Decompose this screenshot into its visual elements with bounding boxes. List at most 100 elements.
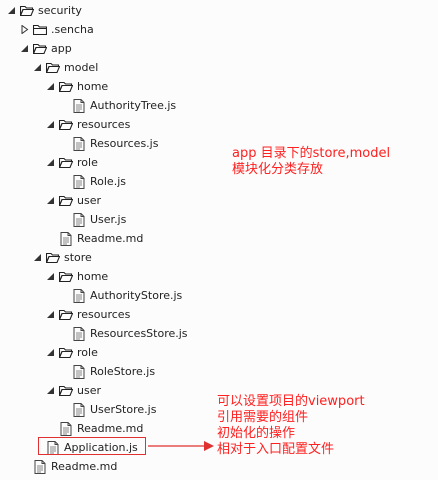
tree-item-label: ResourcesStore.js [90, 327, 188, 340]
annotation-line: 可以设置项目的viewport [217, 394, 365, 409]
file-icon [72, 288, 86, 303]
chevron-expanded-icon[interactable] [45, 82, 55, 92]
annotation-line: app 目录下的store,model [232, 146, 391, 161]
pointer-arrow [148, 441, 214, 451]
folder-open-icon [59, 156, 73, 170]
tree-folder-row[interactable]: home [45, 77, 108, 96]
tree-item-label: Readme.md [77, 422, 144, 435]
file-icon [72, 364, 86, 379]
folder-open-icon [46, 251, 60, 265]
tree-item-label: security [38, 4, 82, 17]
tree-file-row[interactable]: RoleStore.js [58, 362, 155, 381]
tree-file-row[interactable]: Readme.md [19, 457, 117, 476]
tree-file-row[interactable]: ResourcesStore.js [58, 324, 188, 343]
file-icon [59, 421, 73, 436]
folder-open-icon [33, 42, 47, 56]
tree-folder-row[interactable]: role [45, 343, 98, 362]
folder-open-icon [59, 80, 73, 94]
file-icon [72, 98, 86, 113]
tree-item-label: model [64, 61, 99, 74]
file-icon [72, 212, 86, 227]
tree-item-label: store [64, 251, 92, 264]
tree-item-label: resources [77, 308, 131, 321]
tree-file-row[interactable]: AuthorityTree.js [58, 96, 176, 115]
folder-open-icon [59, 194, 73, 208]
tree-item-label: role [77, 156, 98, 169]
tree-folder-row[interactable]: role [45, 153, 98, 172]
tree-item-label: resources [77, 118, 131, 131]
chevron-collapsed-icon[interactable] [19, 25, 29, 35]
annotation-line: 模块化分类存放 [232, 162, 324, 177]
annotation-store-model: app 目录下的store,model 模块化分类存放 [232, 146, 390, 178]
annotation-line: 初始化的操作 [217, 426, 296, 441]
tree-folder-row[interactable]: home [45, 267, 108, 286]
chevron-expanded-icon[interactable] [19, 44, 29, 54]
chevron-expanded-icon[interactable] [45, 348, 55, 358]
folder-open-icon [46, 61, 60, 75]
tree-file-row[interactable]: User.js [58, 210, 126, 229]
tree-item-label: home [77, 80, 109, 93]
tree-folder-row[interactable]: user [45, 191, 101, 210]
tree-item-label: Role.js [90, 175, 126, 188]
tree-folder-row[interactable]: app [19, 39, 72, 58]
chevron-expanded-icon[interactable] [6, 6, 16, 16]
annotation-application: 可以设置项目的viewport 引用需要的组件 初始化的操作 相对于入口配置文件 [217, 394, 365, 458]
annotation-line: 引用需要的组件 [217, 410, 309, 425]
tree-file-row[interactable]: Role.js [58, 172, 126, 191]
tree-file-row[interactable]: UserStore.js [58, 400, 156, 419]
tree-folder-row[interactable]: store [32, 248, 92, 267]
chevron-expanded-icon[interactable] [32, 253, 42, 263]
tree-item-label: user [77, 194, 101, 207]
tree-file-row[interactable]: Readme.md [45, 419, 143, 438]
tree-item-label: Resources.js [90, 137, 159, 150]
chevron-expanded-icon[interactable] [45, 158, 55, 168]
folder-open-icon [59, 384, 73, 398]
tree-file-row[interactable]: Resources.js [58, 134, 158, 153]
tree-folder-row[interactable]: resources [45, 305, 130, 324]
tree-item-label: Readme.md [51, 460, 118, 473]
tree-folder-row[interactable]: model [32, 58, 98, 77]
folder-open-icon [59, 308, 73, 322]
file-icon [72, 136, 86, 151]
file-icon [72, 174, 86, 189]
chevron-expanded-icon[interactable] [45, 120, 55, 130]
folder-open-icon [59, 118, 73, 132]
chevron-expanded-icon[interactable] [45, 196, 55, 206]
chevron-expanded-icon[interactable] [32, 63, 42, 73]
tree-file-row[interactable]: Readme.md [45, 229, 143, 248]
tree-file-row[interactable]: AuthorityStore.js [58, 286, 182, 305]
tree-item-label: .sencha [51, 23, 94, 36]
file-icon [33, 459, 47, 474]
tree-folder-row[interactable]: resources [45, 115, 130, 134]
tree-item-label: Readme.md [77, 232, 144, 245]
tree-folder-row[interactable]: user [45, 381, 101, 400]
tree-folder-row[interactable]: .sencha [19, 20, 94, 39]
tree-item-label: AuthorityStore.js [90, 289, 183, 302]
chevron-expanded-icon[interactable] [45, 310, 55, 320]
tree-item-label: UserStore.js [90, 403, 157, 416]
tree-item-label: user [77, 384, 101, 397]
tree-item-label: role [77, 346, 98, 359]
file-icon [59, 231, 73, 246]
chevron-expanded-icon[interactable] [45, 272, 55, 282]
folder-icon [33, 23, 47, 37]
file-icon [72, 326, 86, 341]
highlight-box [38, 437, 146, 455]
folder-open-icon [20, 4, 34, 18]
tree-folder-row[interactable]: security [6, 1, 82, 20]
tree-item-label: RoleStore.js [90, 365, 156, 378]
folder-open-icon [59, 270, 73, 284]
tree-item-label: AuthorityTree.js [90, 99, 177, 112]
tree-item-label: app [51, 42, 72, 55]
chevron-expanded-icon[interactable] [45, 386, 55, 396]
